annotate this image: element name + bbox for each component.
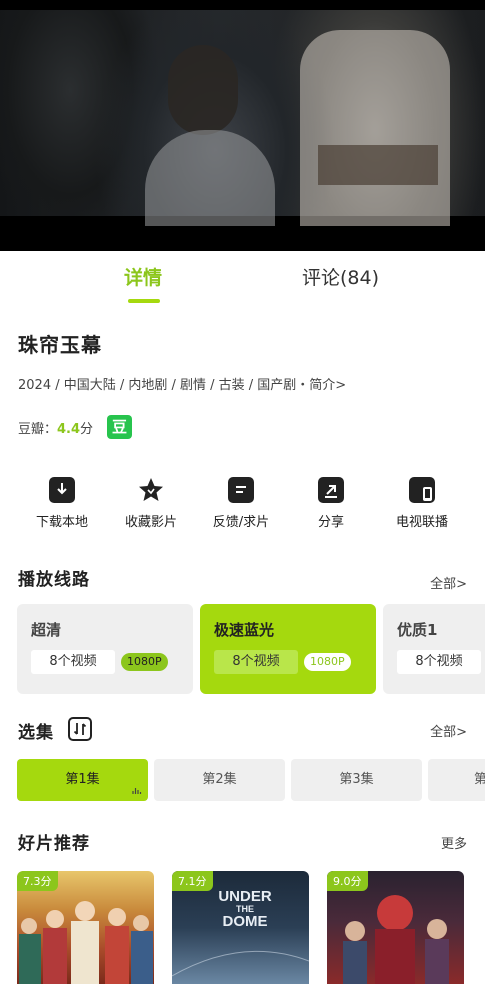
poster-title: UNDER THE DOME xyxy=(210,889,280,929)
poster-art xyxy=(172,950,309,977)
feedback-icon xyxy=(228,477,254,503)
sort-icon[interactable] xyxy=(68,717,92,741)
episode-label: 第1集 xyxy=(65,772,100,787)
video-frame[interactable] xyxy=(0,10,485,226)
action-row: 下载本地 收藏影片 反馈/求片 分享 电视联播 xyxy=(0,474,485,534)
recommend-title: 好片推荐 xyxy=(18,834,90,854)
favorite-label: 收藏影片 xyxy=(124,515,177,530)
episode-button[interactable]: 第 xyxy=(428,759,485,801)
route-card[interactable]: 优质1 8个视频 xyxy=(383,604,485,694)
route-count: 8个视频 xyxy=(31,650,115,674)
rating-label: 豆瓣： xyxy=(18,422,58,437)
show-title: 珠帘玉幕 xyxy=(18,333,102,357)
douban-icon: 豆 xyxy=(107,415,132,439)
recommend-poster[interactable]: UNDER THE DOME 7.1分 xyxy=(172,871,309,984)
douban-rating: 豆瓣：4.4分 xyxy=(18,418,93,437)
recommend-poster[interactable]: 9.0分 xyxy=(327,871,464,984)
share-button[interactable]: 分享 xyxy=(286,474,376,530)
episode-button[interactable]: 第2集 xyxy=(154,759,285,801)
poster-title-line: UNDER xyxy=(218,888,272,905)
download-icon xyxy=(49,477,75,503)
episodes-more-link[interactable]: 全部> xyxy=(430,721,467,740)
routes-title: 播放线路 xyxy=(18,570,90,590)
route-name: 极速蓝光 xyxy=(214,621,275,639)
feedback-button[interactable]: 反馈/求片 xyxy=(196,474,286,530)
rating-unit: 分 xyxy=(80,422,94,437)
video-figure xyxy=(145,130,275,226)
episode-button-selected[interactable]: 第1集 xyxy=(17,759,148,801)
route-card-selected[interactable]: 极速蓝光 8个视频 1080P xyxy=(200,604,376,694)
route-resolution-badge: 1080P xyxy=(121,653,168,671)
favorite-button[interactable]: 收藏影片 xyxy=(106,474,196,530)
download-button[interactable]: 下载本地 xyxy=(17,474,107,530)
video-player[interactable] xyxy=(0,0,485,251)
playing-icon xyxy=(132,788,142,794)
route-name: 优质1 xyxy=(397,621,438,639)
routes-more-link[interactable]: 全部> xyxy=(430,573,467,592)
episodes-title: 选集 xyxy=(18,723,54,743)
poster-score: 7.3分 xyxy=(17,871,58,891)
detail-tabs: 详情 评论(84) xyxy=(0,251,485,306)
video-figure-head xyxy=(168,45,238,135)
episode-button[interactable]: 第3集 xyxy=(291,759,422,801)
share-label: 分享 xyxy=(317,515,344,530)
video-figure-belt xyxy=(318,145,438,185)
tv-cast-label: 电视联播 xyxy=(395,515,448,530)
star-icon xyxy=(138,477,164,503)
route-count: 8个视频 xyxy=(397,650,481,674)
tv-cast-icon xyxy=(409,477,435,503)
tab-comments[interactable]: 评论(84) xyxy=(302,263,379,290)
poster-title-line: DOME xyxy=(222,913,268,930)
poster-score: 7.1分 xyxy=(172,871,213,891)
rating-score: 4.4 xyxy=(57,422,81,437)
recommend-poster[interactable]: 7.3分 xyxy=(17,871,154,984)
video-figure xyxy=(300,30,450,226)
feedback-label: 反馈/求片 xyxy=(212,515,270,530)
route-count: 8个视频 xyxy=(214,650,298,674)
share-icon xyxy=(318,477,344,503)
tv-cast-button[interactable]: 电视联播 xyxy=(377,474,467,530)
route-card[interactable]: 超清 8个视频 1080P xyxy=(17,604,193,694)
route-name: 超清 xyxy=(31,621,62,639)
tab-details[interactable]: 详情 xyxy=(124,263,162,290)
download-label: 下载本地 xyxy=(35,515,88,530)
tab-indicator xyxy=(128,299,160,303)
poster-score: 9.0分 xyxy=(327,871,368,891)
route-resolution-badge: 1080P xyxy=(304,653,351,671)
show-meta[interactable]: 2024 / 中国大陆 / 内地剧 / 剧情 / 古装 / 国产剧・简介> xyxy=(18,374,346,393)
recommend-more-link[interactable]: 更多 xyxy=(441,833,467,852)
